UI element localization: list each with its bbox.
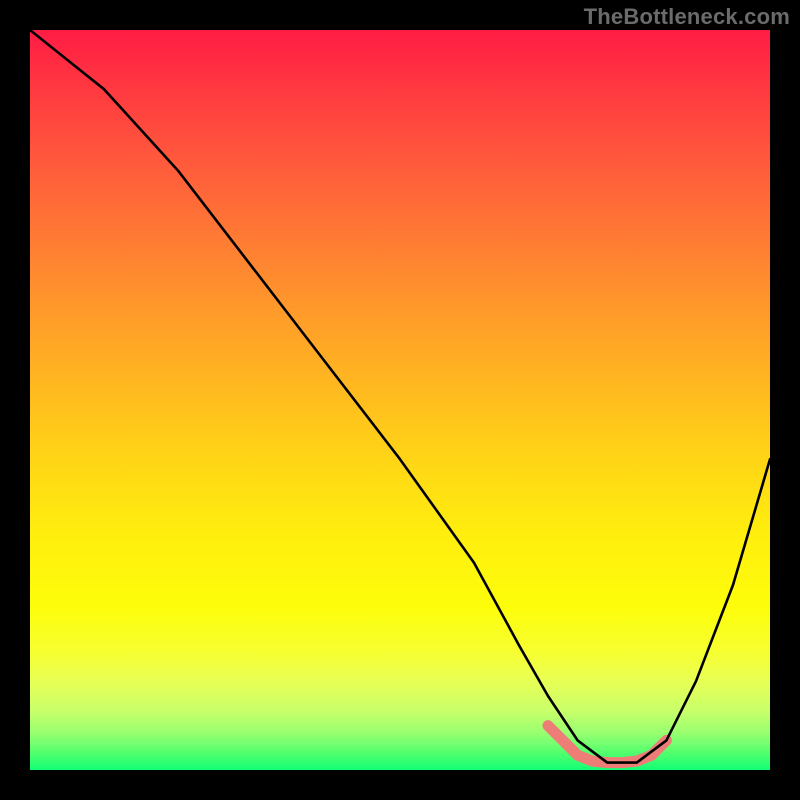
chart-frame: TheBottleneck.com xyxy=(0,0,800,800)
bottleneck-curve xyxy=(30,30,770,763)
curve-layer xyxy=(30,30,770,770)
plot-area xyxy=(30,30,770,770)
watermark-text: TheBottleneck.com xyxy=(584,4,790,30)
trough-highlight xyxy=(548,726,666,763)
